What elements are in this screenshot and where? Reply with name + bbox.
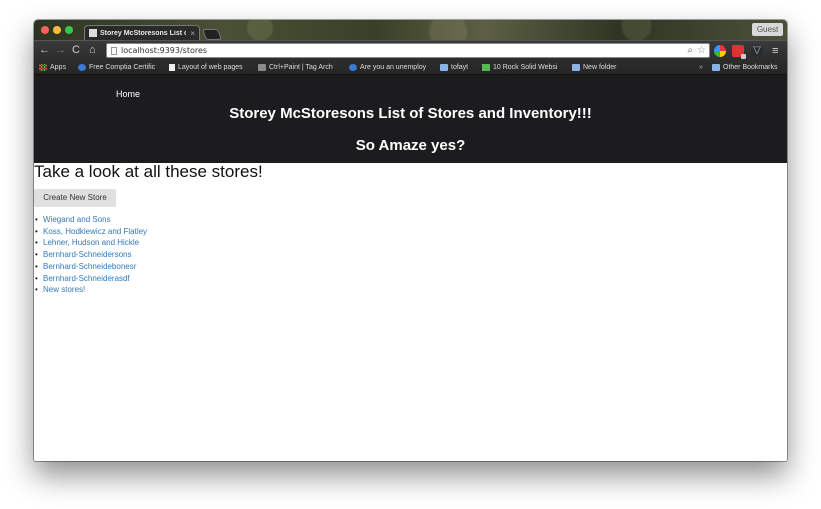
folder-icon xyxy=(712,64,720,71)
list-item: Bernhard-Schneiderasdf xyxy=(34,273,147,285)
apps-icon xyxy=(39,64,47,71)
list-item: Koss, Hodkiewicz and Flatley xyxy=(34,226,147,238)
close-window-button[interactable] xyxy=(41,26,49,34)
menu-icon[interactable]: ≡ xyxy=(772,44,778,58)
bookmark-apps[interactable]: Apps xyxy=(39,60,66,75)
red-extension-icon[interactable] xyxy=(732,45,746,59)
search-icon[interactable]: ⌕ xyxy=(687,44,693,58)
bookmark-label: 10 Rock Solid Websi xyxy=(493,64,558,71)
tab-title: Storey McStoresons List of Stores and In… xyxy=(100,29,187,37)
browser-toolbar: ← → C ⌂ localhost:9393/stores ⌕ ☆ ▽ ≡ xyxy=(34,40,787,60)
store-link[interactable]: New stores! xyxy=(43,285,85,294)
site-subtitle: So Amaze yes? xyxy=(355,137,466,154)
create-new-store-button[interactable]: Create New Store xyxy=(34,189,116,207)
more-bookmarks-icon[interactable]: » xyxy=(699,60,703,75)
store-link[interactable]: Bernhard-Schneidebonesr xyxy=(43,262,136,271)
diamond-extension-icon[interactable]: ▽ xyxy=(751,45,763,57)
bookmark-label: Free Comptia Certific xyxy=(89,64,156,71)
minimize-window-button[interactable] xyxy=(53,26,61,34)
bookmarks-bar: Apps Free Comptia Certific Layout of web… xyxy=(34,60,787,75)
maximize-window-button[interactable] xyxy=(65,26,73,34)
folder-icon xyxy=(440,64,448,71)
page-icon xyxy=(89,29,97,37)
browser-tab[interactable]: Storey McStoresons List of Stores and In… xyxy=(84,25,200,40)
bookmark-site-icon xyxy=(482,64,490,71)
title-bar: Storey McStoresons List of Stores and In… xyxy=(34,20,787,40)
bookmark-label: Ctrl+Paint | Tag Arch xyxy=(269,64,333,71)
page-icon xyxy=(111,47,117,55)
list-item: Wiegand and Sons xyxy=(34,214,147,226)
list-item: Lehner, Hudson and Hickle xyxy=(34,237,147,249)
bookmark-item[interactable]: Layout of web pages xyxy=(169,60,243,75)
page-icon xyxy=(169,64,175,71)
bookmark-site-icon xyxy=(78,64,86,71)
address-bar[interactable]: localhost:9393/stores ⌕ ☆ xyxy=(106,43,710,58)
bookmark-item[interactable]: Are you an unemploy xyxy=(349,60,426,75)
reload-icon[interactable]: C xyxy=(72,43,80,58)
page-content: Home Storey McStoresons List of Stores a… xyxy=(34,75,787,461)
other-bookmarks[interactable]: Other Bookmarks xyxy=(712,60,777,75)
site-title: Storey McStoresons List of Stores and In… xyxy=(229,105,592,122)
bookmark-site-icon xyxy=(258,64,266,71)
store-list: Wiegand and Sons Koss, Hodkiewicz and Fl… xyxy=(34,214,147,296)
bookmark-label: Layout of web pages xyxy=(178,64,243,71)
store-link[interactable]: Bernhard-Schneidersons xyxy=(43,250,132,259)
url-text[interactable]: localhost:9393/stores xyxy=(121,44,207,58)
new-tab-button[interactable] xyxy=(201,29,223,40)
bookmark-label: tofayt xyxy=(451,64,469,71)
store-link[interactable]: Wiegand and Sons xyxy=(43,215,111,224)
browser-window: Storey McStoresons List of Stores and In… xyxy=(34,20,787,461)
site-header: Home Storey McStoresons List of Stores a… xyxy=(34,75,787,163)
list-item: New stores! xyxy=(34,284,147,296)
forward-arrow-icon[interactable]: → xyxy=(55,43,66,58)
color-extension-icon[interactable] xyxy=(714,45,726,57)
store-link[interactable]: Bernhard-Schneiderasdf xyxy=(43,274,130,283)
store-link[interactable]: Lehner, Hudson and Hickle xyxy=(43,238,139,247)
bookmark-item[interactable]: Free Comptia Certific xyxy=(78,60,155,75)
bookmark-item[interactable]: 10 Rock Solid Websi xyxy=(482,60,557,75)
bookmark-site-icon xyxy=(349,64,357,71)
bookmark-label: Are you an unemploy xyxy=(360,64,427,71)
bookmark-folder[interactable]: New folder xyxy=(572,60,616,75)
tab-close-icon[interactable]: × xyxy=(190,29,195,38)
list-item: Bernhard-Schneidersons xyxy=(34,249,147,261)
bookmark-item[interactable]: Ctrl+Paint | Tag Arch xyxy=(258,60,333,75)
bookmark-label: New folder xyxy=(583,64,617,71)
back-arrow-icon[interactable]: ← xyxy=(39,43,50,58)
bookmark-folder[interactable]: tofayt xyxy=(440,60,468,75)
store-link[interactable]: Koss, Hodkiewicz and Flatley xyxy=(43,227,147,236)
bookmark-label: Other Bookmarks xyxy=(723,64,778,71)
nav-home-link[interactable]: Home xyxy=(116,89,140,99)
page-heading: Take a look at all these stores! xyxy=(34,162,263,181)
folder-icon xyxy=(572,64,580,71)
home-icon[interactable]: ⌂ xyxy=(89,43,96,58)
list-item: Bernhard-Schneidebonesr xyxy=(34,261,147,273)
bookmark-label: Apps xyxy=(50,64,66,71)
bookmark-star-icon[interactable]: ☆ xyxy=(697,44,706,58)
guest-profile-button[interactable]: Guest xyxy=(752,23,783,36)
